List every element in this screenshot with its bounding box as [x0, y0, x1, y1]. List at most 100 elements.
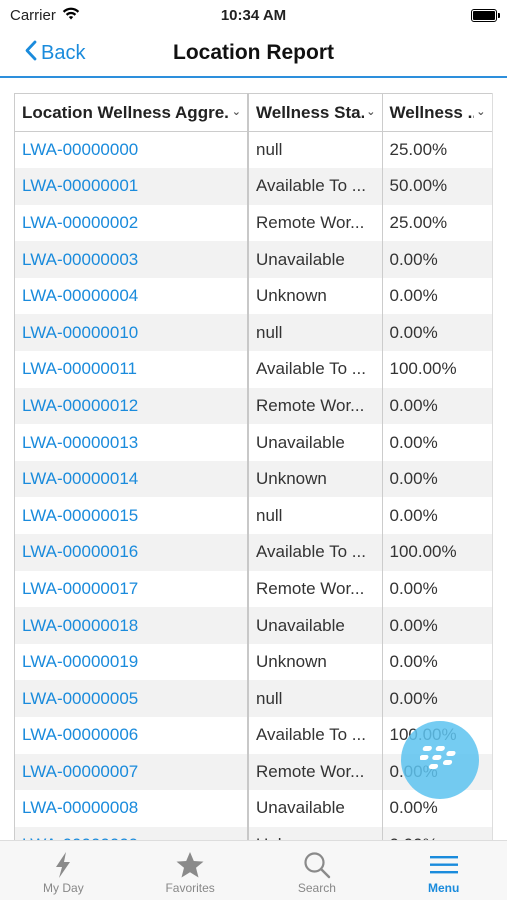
- cell-wellness-percent: 0.00%: [382, 387, 492, 425]
- battery-icon: [471, 8, 500, 22]
- cell-extra: [492, 717, 493, 754]
- table-row[interactable]: LWA-00000014 Unknown 0.00%: [15, 460, 493, 498]
- column-header-wellness-percent[interactable]: Wellness ... ⌄: [382, 93, 492, 132]
- cell-wellness-status: Remote Wor...: [248, 204, 383, 242]
- table-row[interactable]: LWA-00000015 null 0.00%: [15, 497, 492, 535]
- record-link[interactable]: LWA-00000008: [22, 798, 138, 817]
- tab-menu[interactable]: Menu: [380, 841, 507, 900]
- cell-wellness-status: Unknown: [248, 277, 383, 315]
- cell-wellness-status: Available To ...: [248, 351, 383, 388]
- record-link[interactable]: LWA-00000006: [22, 725, 138, 744]
- record-link[interactable]: LWA-00000004: [22, 286, 138, 305]
- table-row[interactable]: LWA-00000008 Unavailable 0.00%: [15, 790, 493, 827]
- cell-extra: [492, 424, 493, 461]
- cell-wellness-percent: 0.00%: [382, 826, 492, 840]
- table-row[interactable]: LWA-00000002 Remote Wor... 25.00%: [15, 204, 493, 242]
- cell-record-name: LWA-00000000: [15, 131, 249, 169]
- cell-record-name: LWA-00000007: [15, 753, 249, 791]
- record-link[interactable]: LWA-00000016: [22, 542, 138, 561]
- cell-wellness-status: Remote Wor...: [248, 387, 383, 425]
- table-row[interactable]: LWA-00000009Unknown0.00%: [15, 826, 492, 840]
- cell-wellness-status: Unavailable: [248, 424, 383, 461]
- record-link[interactable]: LWA-00000019: [22, 652, 138, 671]
- table-row[interactable]: LWA-00000005 null 0.00%: [15, 680, 492, 717]
- cell-wellness-status: Available To ...: [248, 534, 383, 571]
- cell-extra: [492, 278, 493, 315]
- cell-extra: [492, 461, 493, 498]
- tab-my-day[interactable]: My Day: [0, 841, 127, 900]
- record-link[interactable]: LWA-00000014: [22, 469, 138, 488]
- cell-wellness-status: Unknown: [248, 460, 383, 498]
- cell-wellness-percent: 100.00%: [382, 351, 492, 388]
- table-row[interactable]: LWA-00000019 Unknown 0.00%: [15, 643, 493, 681]
- cell-extra: [492, 790, 493, 827]
- table-row[interactable]: LWA-00000001 Available To ... 50.00%: [15, 168, 493, 205]
- cell-wellness-status: Unavailable: [248, 607, 383, 644]
- record-link[interactable]: LWA-00000012: [22, 396, 138, 415]
- sort-chevron-icon[interactable]: ⌄: [474, 105, 486, 118]
- table-row[interactable]: LWA-00000010 null 0.00%: [15, 314, 493, 352]
- column-header-location-wellness[interactable]: Location Wellness Aggre... ⌄: [15, 93, 249, 132]
- column-header-wellness-status[interactable]: Wellness Sta... ⌄: [248, 93, 383, 132]
- record-link[interactable]: LWA-00000011: [22, 359, 137, 378]
- table-row[interactable]: LWA-00000003 Unavailable 0.00%: [15, 241, 493, 278]
- cell-record-name: LWA-00000018: [15, 607, 249, 644]
- cell-wellness-percent: 0.00%: [382, 424, 492, 461]
- table-row[interactable]: LWA-00000018 Unavailable 0.00%: [15, 607, 492, 644]
- tab-label: Menu: [427, 881, 460, 895]
- record-link[interactable]: LWA-00000000: [22, 140, 138, 159]
- table-row[interactable]: LWA-00000011 Available To ... 100.00%: [15, 351, 492, 388]
- cell-record-name: LWA-00000010: [15, 314, 249, 352]
- tab-favorites[interactable]: Favorites: [127, 841, 254, 900]
- cell-wellness-percent: 0.00%: [382, 680, 492, 717]
- record-link[interactable]: LWA-00000015: [22, 506, 138, 525]
- record-link[interactable]: LWA-00000005: [22, 689, 138, 708]
- cell-wellness-percent: 50.00%: [382, 168, 492, 205]
- record-link[interactable]: LWA-00000010: [22, 323, 138, 342]
- cell-wellness-percent: 0.00%: [382, 241, 492, 278]
- cell-record-name: LWA-00000012: [15, 387, 249, 425]
- blackberry-fab-button[interactable]: [401, 721, 479, 799]
- record-link[interactable]: LWA-00000007: [22, 762, 138, 781]
- status-bar: Carrier 10:34 AM: [0, 0, 507, 30]
- record-link[interactable]: LWA-00000003: [22, 250, 138, 269]
- cell-record-name: LWA-00000017: [15, 570, 249, 608]
- cell-extra: [492, 571, 493, 608]
- tab-search[interactable]: Search: [254, 841, 381, 900]
- cell-extra: [492, 388, 493, 425]
- cell-record-name: LWA-00000008: [15, 790, 249, 827]
- cell-extra: [492, 314, 493, 351]
- sort-chevron-icon[interactable]: ⌄: [364, 105, 376, 118]
- cell-extra: [492, 241, 493, 278]
- record-link[interactable]: LWA-00000013: [22, 433, 138, 452]
- table-row[interactable]: LWA-00000017 Remote Wor... 0.00%: [15, 570, 493, 608]
- column-header-extra[interactable]: [492, 94, 493, 132]
- cell-wellness-status: Unknown: [248, 826, 383, 840]
- tab-label: Search: [297, 881, 336, 895]
- cell-extra: [492, 168, 493, 205]
- menu-icon: [429, 849, 459, 881]
- cell-wellness-status: null: [248, 497, 383, 535]
- status-left: Carrier: [10, 7, 80, 24]
- record-link[interactable]: LWA-00000002: [22, 213, 138, 232]
- back-button[interactable]: Back: [24, 40, 85, 67]
- table-row[interactable]: LWA-00000000 null 25.00%: [15, 131, 492, 169]
- blackberry-icon: [419, 744, 460, 777]
- record-link[interactable]: LWA-00000018: [22, 616, 138, 635]
- record-link[interactable]: LWA-00000017: [22, 579, 138, 598]
- cell-record-name: LWA-00000006: [15, 717, 249, 754]
- cell-extra: [492, 644, 493, 681]
- table-row[interactable]: LWA-00000016 Available To ... 100.00%: [15, 534, 492, 571]
- record-link[interactable]: LWA-00000001: [22, 176, 138, 195]
- cell-wellness-percent: 100.00%: [382, 534, 492, 571]
- table-row[interactable]: LWA-00000012 Remote Wor... 0.00%: [15, 387, 493, 425]
- sort-chevron-icon[interactable]: ⌄: [229, 105, 241, 118]
- cell-wellness-percent: 0.00%: [382, 460, 492, 498]
- cell-wellness-status: null: [248, 680, 383, 717]
- table-row[interactable]: LWA-00000013 Unavailable 0.00%: [15, 424, 493, 461]
- table-row[interactable]: LWA-00000004 Unknown 0.00%: [15, 277, 493, 315]
- cell-wellness-percent: 25.00%: [382, 204, 492, 242]
- cell-wellness-percent: 0.00%: [382, 607, 492, 644]
- cell-record-name: LWA-00000009: [15, 826, 249, 840]
- cell-extra: [492, 205, 493, 242]
